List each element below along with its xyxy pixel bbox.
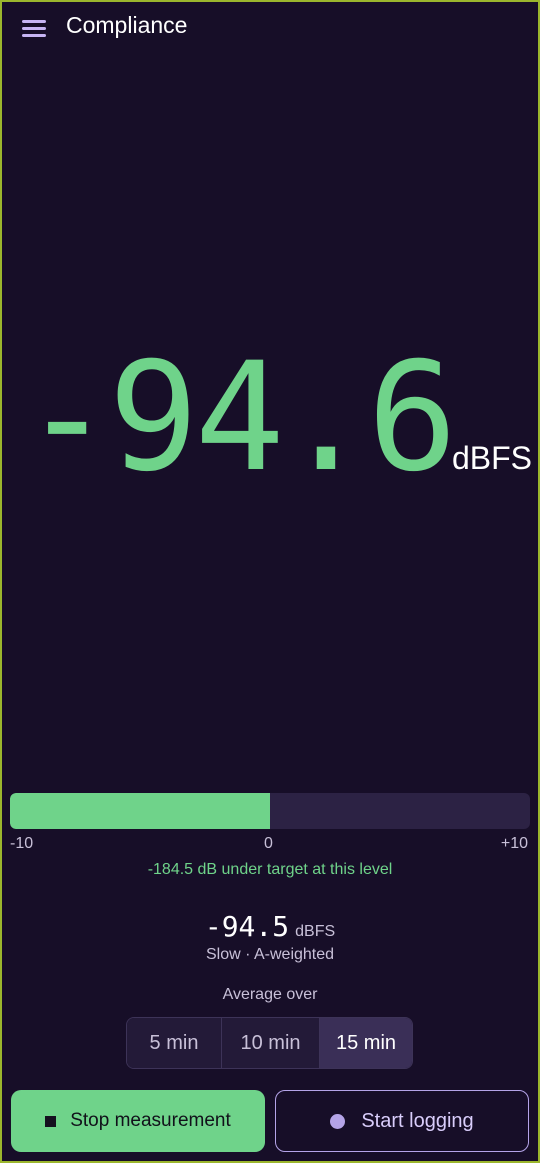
average-window-selector: 5 min 10 min 15 min xyxy=(126,1017,413,1069)
average-over-label: Average over xyxy=(222,986,318,1003)
app-bar: Compliance xyxy=(2,2,538,54)
record-dot-icon xyxy=(330,1113,346,1129)
meter-mid-label: 0 xyxy=(264,835,273,852)
meter-min-label: -10 xyxy=(10,835,34,852)
page-title: Compliance xyxy=(66,12,188,38)
stop-measurement-label: Stop measurement xyxy=(70,1110,231,1131)
average-unit: dBFS xyxy=(295,923,336,940)
target-status-text: -184.5 dB under target at this level xyxy=(147,861,393,878)
meter-max-label: +10 xyxy=(500,835,528,852)
weighting-mode: Slow · A-weighted xyxy=(205,946,335,963)
start-logging-button[interactable]: Start logging xyxy=(275,1090,529,1152)
average-value: -94.5 xyxy=(204,910,290,943)
menu-icon[interactable] xyxy=(20,16,48,40)
start-logging-label: Start logging xyxy=(361,1109,474,1132)
stop-measurement-button[interactable]: Stop measurement xyxy=(11,1090,265,1152)
level-unit: dBFS xyxy=(451,440,532,476)
average-option-10-min[interactable]: 10 min xyxy=(222,1018,320,1068)
stop-icon xyxy=(45,1115,57,1127)
level-meter xyxy=(10,793,530,829)
level-value: -94.6 xyxy=(22,331,458,505)
level-readout: -94.6 dBFS xyxy=(16,338,532,498)
average-option-5-min[interactable]: 5 min xyxy=(127,1018,222,1068)
level-meter-fill xyxy=(10,793,270,829)
average-readout: -94.5 dBFS xyxy=(2,910,538,943)
average-option-15-min[interactable]: 15 min xyxy=(320,1018,412,1068)
